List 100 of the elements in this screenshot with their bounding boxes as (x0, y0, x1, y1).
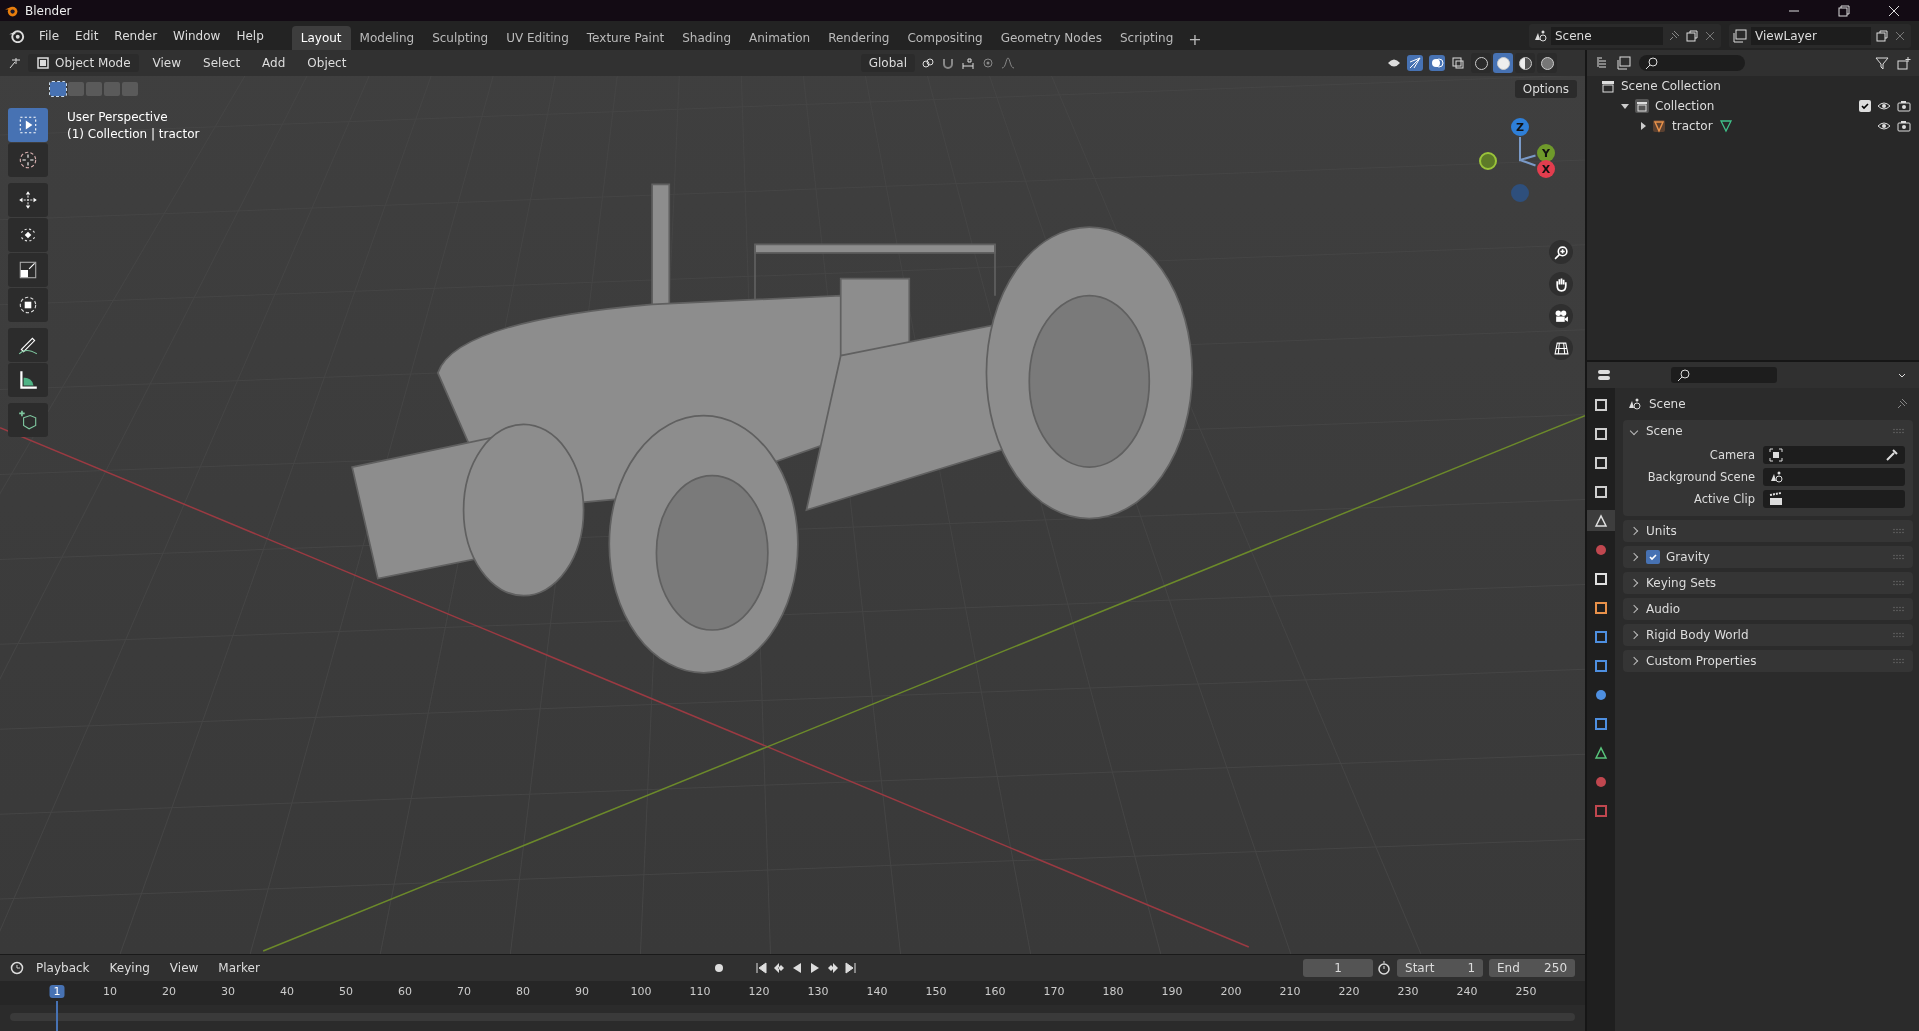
stopwatch-icon[interactable] (1377, 961, 1391, 975)
menu-item[interactable]: Render (106, 25, 166, 46)
eyedropper-icon[interactable] (1885, 448, 1899, 462)
drag-handle-icon[interactable] (1893, 632, 1905, 638)
solid-sphere-icon[interactable] (1493, 53, 1513, 73)
drag-handle-icon[interactable] (1893, 658, 1905, 664)
search-field[interactable] (1671, 367, 1777, 383)
eye-icon[interactable] (1877, 119, 1891, 133)
camera-icon[interactable] (1897, 99, 1911, 113)
workspace-tab[interactable]: Texture Paint (577, 26, 674, 50)
menu-item[interactable]: Help (228, 25, 272, 46)
menu-item[interactable]: File (31, 25, 68, 46)
viewport-menu[interactable]: Add (254, 53, 294, 73)
tool-button[interactable] (8, 403, 48, 437)
panel-title[interactable]: Scene (1646, 424, 1683, 438)
axis-ball[interactable]: Y (1537, 144, 1555, 162)
workspace-tab[interactable]: UV Editing (497, 26, 578, 50)
panel-title[interactable]: Audio (1646, 602, 1681, 616)
collapsed-triangle-icon[interactable] (1641, 122, 1646, 130)
workspace-tab[interactable]: Scripting (1110, 26, 1183, 50)
grid-icon[interactable] (1549, 336, 1573, 360)
end-frame-field[interactable]: End 250 (1489, 959, 1575, 977)
next-key-icon[interactable] (826, 961, 841, 975)
data-field[interactable] (1763, 446, 1905, 464)
outliner-item-label[interactable]: Scene Collection (1621, 79, 1721, 93)
outliner-item-label[interactable]: tractor (1672, 119, 1713, 133)
pin-icon[interactable] (1667, 28, 1681, 43)
viewport-menu[interactable]: Select (195, 53, 249, 73)
data-field[interactable] (1763, 468, 1905, 486)
tool-button[interactable] (8, 288, 48, 322)
scrollbar-track[interactable] (10, 1013, 1575, 1021)
blender-logo-icon[interactable] (8, 28, 25, 43)
tool-button[interactable] (8, 253, 48, 287)
tool-button[interactable] (8, 363, 48, 397)
restore-icon[interactable] (1838, 4, 1850, 17)
zoom-icon[interactable] (1549, 240, 1573, 264)
drag-handle-icon[interactable] (1893, 528, 1905, 534)
tool-button[interactable] (8, 218, 48, 252)
panel-title[interactable]: Custom Properties (1646, 654, 1757, 668)
current-frame-field[interactable]: 1 (1303, 959, 1373, 977)
drag-handle-icon[interactable] (1893, 554, 1905, 560)
workspace-tab[interactable]: Modeling (350, 26, 424, 50)
snap-grid-icon[interactable] (961, 56, 975, 70)
panel-checkbox[interactable] (1646, 550, 1660, 564)
previous-key-icon[interactable] (772, 961, 787, 975)
magnet-icon[interactable] (941, 56, 955, 70)
drag-handle-icon[interactable] (1893, 580, 1905, 586)
outliner-item-label[interactable]: Collection (1655, 99, 1715, 113)
workspace-tab[interactable]: Geometry Nodes (991, 26, 1111, 50)
workspace-tab[interactable]: Shading (673, 26, 740, 50)
exclude-checkbox[interactable] (1859, 100, 1871, 112)
timeline-menu[interactable]: Keying (101, 958, 158, 978)
orientation-dropdown[interactable]: Global (860, 54, 915, 72)
view-layer-selector[interactable]: ViewLayer (1729, 23, 1911, 48)
xray-icon[interactable] (1451, 56, 1465, 70)
display-mode-icon[interactable] (1617, 56, 1631, 70)
data-field[interactable] (1763, 490, 1905, 508)
timeline-menu[interactable]: Marker (210, 958, 268, 978)
timeline-menu[interactable]: Playback (28, 958, 98, 978)
panel-title[interactable]: Gravity (1666, 550, 1710, 564)
clock-icon[interactable] (10, 961, 24, 975)
proportional-circle-icon[interactable] (981, 56, 995, 70)
workspace-tab[interactable]: Rendering (819, 26, 899, 50)
viewport-menu[interactable]: View (144, 53, 190, 73)
jump-end-icon[interactable] (844, 961, 859, 975)
drag-handle-icon[interactable] (1893, 428, 1905, 434)
mode-dropdown[interactable]: Object Mode (28, 54, 139, 72)
workspace-tab[interactable]: Layout (291, 26, 351, 50)
falloff-curve-icon[interactable] (1001, 56, 1015, 70)
hand-icon[interactable] (1549, 272, 1573, 296)
editor-type-icon[interactable] (8, 56, 22, 70)
overlay-circles-icon[interactable] (1429, 55, 1445, 71)
tool-button[interactable] (8, 328, 48, 362)
wireframe-sphere-icon[interactable] (1471, 53, 1491, 73)
filter-icon[interactable] (1875, 56, 1889, 70)
expanded-triangle-icon[interactable] (1621, 103, 1629, 109)
panel-title[interactable]: Keying Sets (1646, 576, 1717, 590)
axis-ball[interactable]: Z (1511, 118, 1529, 136)
viewport-menu[interactable]: Object (299, 53, 355, 73)
panel-title[interactable]: Rigid Body World (1646, 628, 1749, 642)
material-sphere-icon[interactable] (1515, 53, 1535, 73)
panel-title[interactable]: Units (1646, 524, 1677, 538)
editor-type-icon[interactable] (1597, 368, 1611, 382)
menu-item[interactable]: Window (165, 25, 229, 46)
eye-icon[interactable] (1877, 99, 1891, 113)
properties-tab[interactable] (1587, 510, 1615, 531)
start-frame-field[interactable]: Start 1 (1397, 959, 1483, 977)
workspace-tab[interactable]: Sculpting (423, 26, 498, 50)
axis-ball[interactable] (1479, 152, 1497, 170)
copy-icon[interactable] (1875, 28, 1889, 43)
options-dropdown[interactable]: Options (1514, 80, 1577, 98)
scene-selector[interactable]: Scene (1529, 23, 1721, 48)
pin-icon[interactable] (1895, 397, 1909, 411)
timeline-menu[interactable]: View (161, 958, 207, 978)
camera-icon[interactable] (1549, 304, 1573, 328)
axis-ball[interactable]: X (1537, 160, 1555, 178)
workspace-tab[interactable]: Animation (740, 26, 820, 50)
gizmo-arrows-icon[interactable] (1407, 55, 1423, 71)
workspace-tab[interactable]: Compositing (898, 26, 992, 50)
outliner-type-icon[interactable] (1595, 56, 1609, 70)
